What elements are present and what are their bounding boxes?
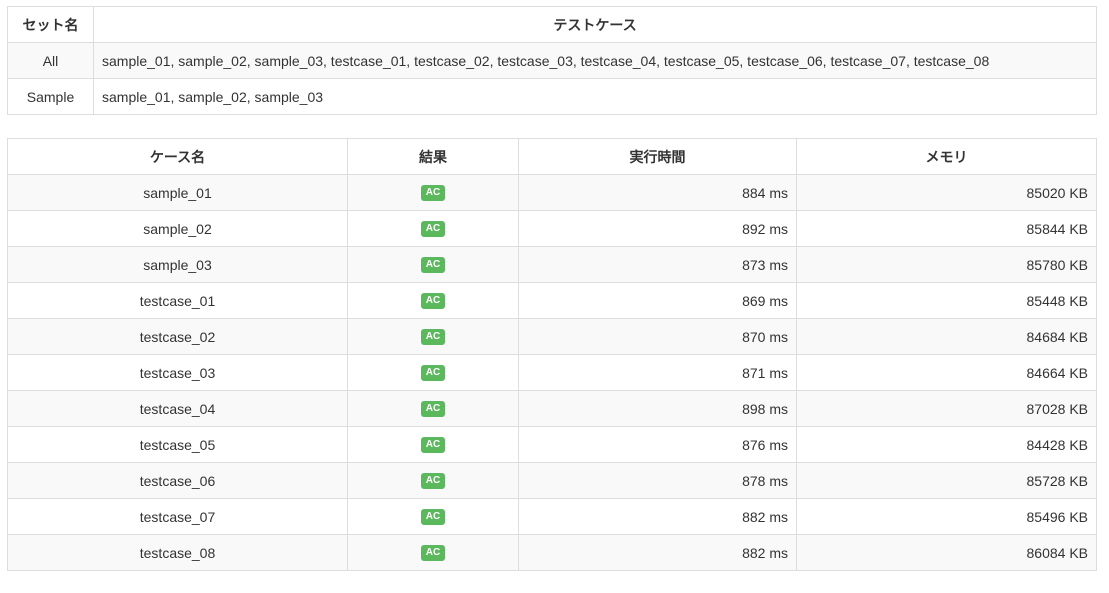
result-row: testcase_08 AC 882 ms 86084 KB — [7, 534, 1097, 571]
result-row: testcase_06 AC 878 ms 85728 KB — [7, 462, 1097, 499]
case-name: testcase_05 — [7, 426, 348, 463]
test-sets-header-row: セット名 テストケース — [7, 6, 1097, 43]
status-badge: AC — [420, 509, 446, 526]
exec-time: 884 ms — [518, 174, 797, 211]
status-badge: AC — [420, 221, 446, 238]
status-badge: AC — [420, 185, 446, 202]
result-cell: AC — [347, 210, 519, 247]
test-set-row: Sample sample_01, sample_02, sample_03 — [7, 78, 1097, 115]
case-name: testcase_07 — [7, 498, 348, 535]
memory-usage: 85496 KB — [796, 498, 1097, 535]
memory-usage: 84684 KB — [796, 318, 1097, 355]
result-row: testcase_01 AC 869 ms 85448 KB — [7, 282, 1097, 319]
case-name: testcase_01 — [7, 282, 348, 319]
result-cell: AC — [347, 390, 519, 427]
exec-time: 882 ms — [518, 498, 797, 535]
result-row: sample_03 AC 873 ms 85780 KB — [7, 246, 1097, 283]
result-header: 結果 — [347, 138, 519, 175]
result-row: testcase_03 AC 871 ms 84664 KB — [7, 354, 1097, 391]
case-name: sample_02 — [7, 210, 348, 247]
result-row: sample_02 AC 892 ms 85844 KB — [7, 210, 1097, 247]
result-row: testcase_05 AC 876 ms 84428 KB — [7, 426, 1097, 463]
result-cell: AC — [347, 426, 519, 463]
exec-time: 873 ms — [518, 246, 797, 283]
exec-time: 869 ms — [518, 282, 797, 319]
status-badge: AC — [420, 437, 446, 454]
set-cases: sample_01, sample_02, sample_03, testcas… — [93, 42, 1097, 79]
exec-time: 882 ms — [518, 534, 797, 571]
exec-time: 878 ms — [518, 462, 797, 499]
memory-usage: 86084 KB — [796, 534, 1097, 571]
memory-usage: 85020 KB — [796, 174, 1097, 211]
memory-usage: 84428 KB — [796, 426, 1097, 463]
test-sets-table: セット名 テストケース All sample_01, sample_02, sa… — [7, 6, 1097, 115]
memory-usage: 85844 KB — [796, 210, 1097, 247]
exec-time: 892 ms — [518, 210, 797, 247]
status-badge: AC — [420, 473, 446, 490]
result-row: testcase_07 AC 882 ms 85496 KB — [7, 498, 1097, 535]
case-name: sample_01 — [7, 174, 348, 211]
status-badge: AC — [420, 293, 446, 310]
memory-usage: 85780 KB — [796, 246, 1097, 283]
case-name-header: ケース名 — [7, 138, 348, 175]
result-cell: AC — [347, 174, 519, 211]
exec-time: 876 ms — [518, 426, 797, 463]
case-name: testcase_04 — [7, 390, 348, 427]
status-badge: AC — [420, 365, 446, 382]
set-name: Sample — [7, 78, 94, 115]
status-badge: AC — [420, 329, 446, 346]
result-cell: AC — [347, 246, 519, 283]
set-name-header: セット名 — [7, 6, 94, 43]
result-row: testcase_02 AC 870 ms 84684 KB — [7, 318, 1097, 355]
status-badge: AC — [420, 545, 446, 562]
result-row: testcase_04 AC 898 ms 87028 KB — [7, 390, 1097, 427]
exec-time: 871 ms — [518, 354, 797, 391]
exec-time: 898 ms — [518, 390, 797, 427]
exec-time-header: 実行時間 — [518, 138, 797, 175]
case-name: testcase_02 — [7, 318, 348, 355]
memory-header: メモリ — [796, 138, 1097, 175]
results-table: ケース名 結果 実行時間 メモリ sample_01 AC 884 ms 85020 … — [7, 138, 1097, 571]
test-cases-header: テストケース — [93, 6, 1097, 43]
status-badge: AC — [420, 257, 446, 274]
results-header-row: ケース名 結果 実行時間 メモリ — [7, 138, 1097, 175]
case-name: sample_03 — [7, 246, 348, 283]
result-cell: AC — [347, 354, 519, 391]
test-set-row: All sample_01, sample_02, sample_03, tes… — [7, 42, 1097, 79]
result-cell: AC — [347, 282, 519, 319]
memory-usage: 85448 KB — [796, 282, 1097, 319]
result-cell: AC — [347, 534, 519, 571]
status-badge: AC — [420, 401, 446, 418]
result-cell: AC — [347, 318, 519, 355]
set-cases: sample_01, sample_02, sample_03 — [93, 78, 1097, 115]
memory-usage: 85728 KB — [796, 462, 1097, 499]
case-name: testcase_03 — [7, 354, 348, 391]
set-name: All — [7, 42, 94, 79]
exec-time: 870 ms — [518, 318, 797, 355]
memory-usage: 87028 KB — [796, 390, 1097, 427]
case-name: testcase_06 — [7, 462, 348, 499]
memory-usage: 84664 KB — [796, 354, 1097, 391]
result-cell: AC — [347, 498, 519, 535]
result-cell: AC — [347, 462, 519, 499]
result-row: sample_01 AC 884 ms 85020 KB — [7, 174, 1097, 211]
case-name: testcase_08 — [7, 534, 348, 571]
